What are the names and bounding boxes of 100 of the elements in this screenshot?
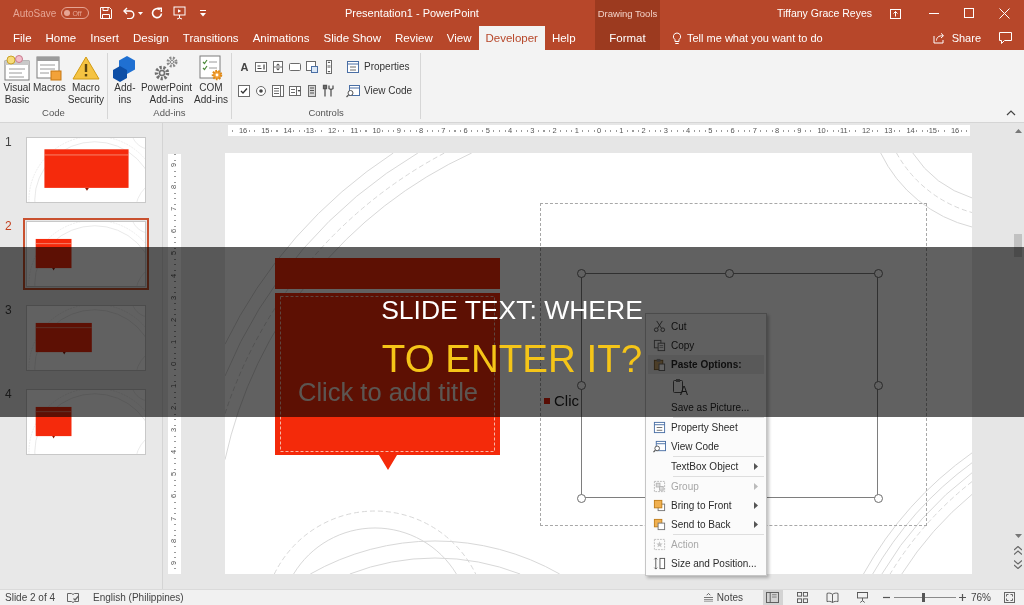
menu-item[interactable]: Bring to Front xyxy=(648,496,764,515)
macros-button[interactable]: Macros xyxy=(32,54,67,106)
keep-text-only-button[interactable]: A xyxy=(671,375,690,397)
maximize-icon[interactable] xyxy=(964,8,974,18)
menu-item[interactable]: Size and Position... xyxy=(648,554,764,573)
slide-indicator: Slide 2 of 4 xyxy=(5,592,56,603)
collapse-ribbon-icon[interactable] xyxy=(1006,110,1016,116)
ribbon-tab[interactable]: Format xyxy=(595,26,660,50)
previous-slide-icon[interactable] xyxy=(1014,546,1022,555)
slide-number: 2 xyxy=(5,220,13,235)
title-text-field[interactable]: Click to add title xyxy=(280,377,495,407)
macro-security-button[interactable]: Macro Security xyxy=(66,54,105,106)
group-objects-icon xyxy=(653,480,666,493)
ribbon-display-options-icon[interactable] xyxy=(890,7,901,19)
ribbon-tab[interactable]: Developer xyxy=(478,26,545,50)
zoom-slider-thumb[interactable] xyxy=(922,593,926,602)
resize-handle[interactable] xyxy=(576,268,586,278)
zoom-in-icon[interactable] xyxy=(959,594,966,601)
send-backward-icon xyxy=(653,518,666,531)
visual-basic-button[interactable]: Visual Basic xyxy=(2,54,32,106)
size-position-icon xyxy=(653,557,666,570)
fit-slide-icon[interactable] xyxy=(1004,592,1015,603)
start-slide-show-icon[interactable] xyxy=(173,6,187,20)
resize-handle[interactable] xyxy=(576,493,586,503)
ribbon-tab[interactable]: View xyxy=(439,26,479,50)
repeat-icon[interactable] xyxy=(151,7,164,19)
slide-sorter-icon xyxy=(796,592,810,603)
scroll-down-icon[interactable] xyxy=(1014,534,1022,538)
dropdown-caret-icon[interactable] xyxy=(138,11,144,15)
resize-handle[interactable] xyxy=(725,268,734,278)
spell-check-icon[interactable] xyxy=(67,592,80,603)
list-box-control-icon[interactable] xyxy=(271,83,286,98)
property-list-icon xyxy=(653,421,666,434)
copy-icon xyxy=(653,339,666,352)
zoom-out-icon[interactable] xyxy=(883,594,890,601)
add-ins-button[interactable]: Add-ins xyxy=(109,54,140,106)
window-title: Presentation1 - PowerPoint xyxy=(344,7,480,19)
bring-forward-icon xyxy=(653,499,666,512)
ribbon-tab[interactable]: Review xyxy=(388,26,440,50)
view-code-button[interactable]: View Code xyxy=(345,82,413,99)
user-name[interactable]: Tiffany Grace Reyes xyxy=(776,7,880,19)
image-control-icon[interactable] xyxy=(305,59,320,74)
powerpoint-add-ins-button[interactable]: PowerPoint Add-ins xyxy=(139,54,194,106)
ribbon-tab[interactable]: Slide Show xyxy=(316,26,389,50)
resize-handle[interactable] xyxy=(873,381,883,390)
check-box-control-icon[interactable] xyxy=(237,83,252,98)
zoom-level-button[interactable]: 76% xyxy=(971,592,991,603)
menu-item[interactable]: Save as Picture... xyxy=(648,398,764,417)
scrollbar-thumb[interactable] xyxy=(1014,234,1022,257)
next-slide-icon[interactable] xyxy=(1014,560,1022,569)
resize-handle[interactable] xyxy=(873,493,883,503)
slide-number: 1 xyxy=(5,136,13,151)
customize-toolbar-icon[interactable] xyxy=(200,9,207,17)
save-icon[interactable] xyxy=(100,7,113,19)
autosave-label: AutoSave xyxy=(13,7,57,19)
undo-icon[interactable] xyxy=(123,7,136,19)
minimize-icon[interactable] xyxy=(929,12,939,14)
text-box-control-icon[interactable] xyxy=(254,59,269,74)
code-window-icon xyxy=(3,54,31,82)
menu-item[interactable]: View Code xyxy=(648,437,764,456)
ribbon-tab[interactable]: Transitions xyxy=(175,26,246,50)
tell-me-search-field[interactable]: Tell me what you want to do xyxy=(687,26,827,50)
body-text-field[interactable]: Clic xyxy=(554,391,581,410)
ribbon-tab[interactable]: Help xyxy=(544,26,583,50)
tools-icon[interactable] xyxy=(322,83,337,98)
spin-button-control-icon[interactable] xyxy=(271,59,286,74)
warning-icon xyxy=(71,54,100,82)
reading-view-icon xyxy=(826,592,840,603)
contextual-tab-header: Drawing Tools xyxy=(595,0,660,26)
menu-item[interactable]: TextBox Object xyxy=(648,457,764,476)
ribbon-tab[interactable]: Animations xyxy=(245,26,317,50)
code-window-search-icon xyxy=(345,83,360,98)
checklist-gear-icon xyxy=(197,54,225,82)
ribbon-tab[interactable]: File xyxy=(6,26,39,50)
language-label[interactable]: English (Philippines) xyxy=(93,592,184,603)
ribbon-tab[interactable]: Insert xyxy=(83,26,126,50)
scroll-up-icon[interactable] xyxy=(1014,129,1022,133)
option-button-control-icon[interactable] xyxy=(254,83,269,98)
label-control-button[interactable]: A xyxy=(235,58,253,75)
toggle-knob-icon xyxy=(64,10,71,16)
group-label: Add-ins xyxy=(152,107,187,119)
notes-icon xyxy=(703,593,713,602)
scissors-icon xyxy=(653,320,666,333)
comments-icon[interactable] xyxy=(999,32,1012,44)
properties-button[interactable]: Properties xyxy=(345,58,413,75)
notes-button[interactable]: Notes xyxy=(703,592,743,603)
menu-item[interactable]: Property Sheet xyxy=(648,418,764,437)
close-icon[interactable] xyxy=(999,7,1010,19)
lightbulb-icon xyxy=(672,31,682,45)
ribbon-tab[interactable]: Design xyxy=(126,26,176,50)
com-add-ins-button[interactable]: COM Add-ins xyxy=(193,54,229,106)
resize-handle[interactable] xyxy=(576,381,586,390)
view-button[interactable] xyxy=(763,590,783,605)
menu-item[interactable]: Copy xyxy=(648,336,764,355)
menu-item[interactable]: Cut xyxy=(648,317,764,336)
resize-handle[interactable] xyxy=(873,268,883,278)
ribbon-tab[interactable]: Home xyxy=(38,26,84,50)
share-button[interactable]: Share xyxy=(932,26,981,50)
combo-box-control-icon[interactable] xyxy=(288,83,303,98)
group-label: Code xyxy=(41,107,66,119)
